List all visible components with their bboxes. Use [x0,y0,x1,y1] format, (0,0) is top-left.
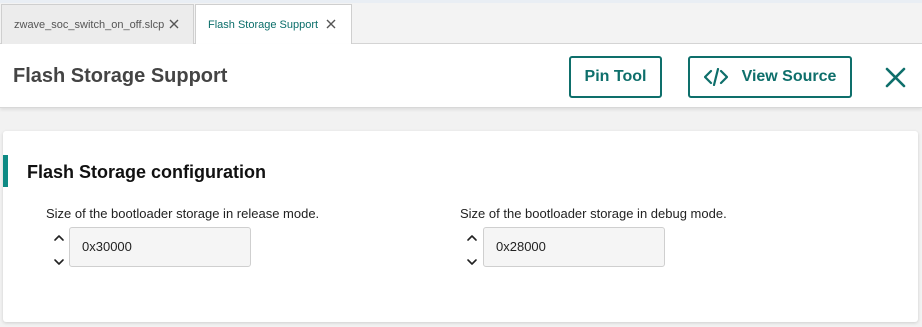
pin-tool-button[interactable]: Pin Tool [569,56,662,98]
release-size-stepper[interactable] [52,232,66,268]
debug-size-stepper[interactable] [465,232,479,268]
editor-tab-strip: zwave_soc_switch_on_off.slcp Flash Stora… [0,0,922,45]
code-icon [703,68,728,86]
tab-slcp[interactable]: zwave_soc_switch_on_off.slcp [1,4,194,44]
tab-strip-top-border [0,0,922,3]
section-title: Flash Storage configuration [27,162,267,182]
close-icon[interactable] [885,67,906,88]
configuration-panel: Flash Storage configuration Size of the … [3,131,918,322]
tab-label: Flash Storage Support [208,19,319,31]
section-accent-bar [3,155,8,187]
view-source-button[interactable]: View Source [688,56,852,98]
debug-size-input[interactable]: 0x28000 [483,227,665,267]
pin-tool-button-label: Pin Tool [584,68,647,85]
tab-label: zwave_soc_switch_on_off.slcp [14,18,165,31]
chevron-down-icon [467,259,477,265]
page-title: Flash Storage Support [13,65,228,87]
close-icon[interactable] [168,18,180,30]
chevron-down-icon [54,259,64,265]
release-size-label: Size of the bootloader storage in releas… [46,206,320,221]
chevron-up-icon [54,235,64,241]
tab-flash-storage-support[interactable]: Flash Storage Support [195,4,352,45]
page-header: Flash Storage Support Pin Tool View Sour… [0,44,922,108]
chevron-up-icon [467,235,477,241]
debug-size-label: Size of the bootloader storage in debug … [460,206,727,221]
release-size-input[interactable]: 0x30000 [69,227,251,267]
close-icon[interactable] [325,18,337,30]
view-source-button-label: View Source [741,68,837,85]
